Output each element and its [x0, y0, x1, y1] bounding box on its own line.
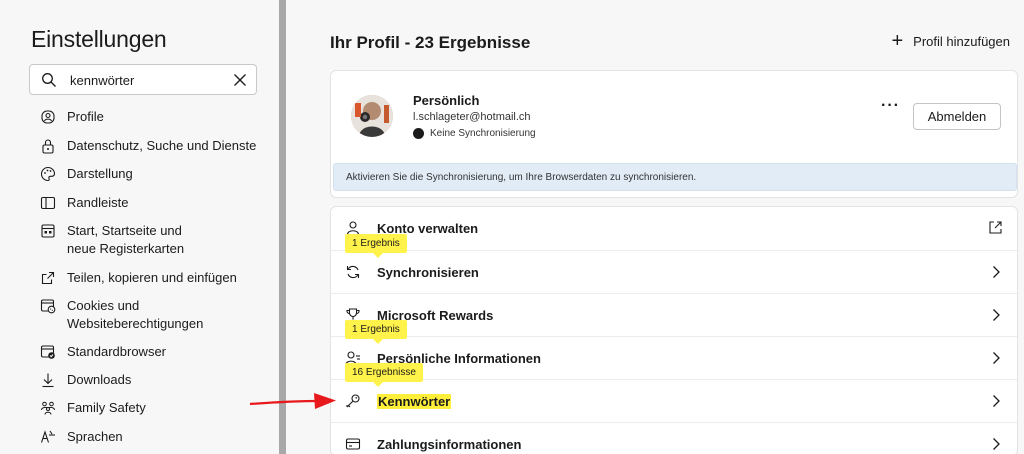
- sidebar-item-privacy[interactable]: Datenschutz, Suche und Dienste: [40, 137, 256, 155]
- profile-icon: [40, 109, 56, 125]
- sidebar-item-sidebar[interactable]: Randleiste: [40, 194, 128, 212]
- sidebar-item-label: Start, Startseite und neue Registerkarte…: [67, 223, 185, 256]
- sidebar-item-label: Datenschutz, Suche und Dienste: [67, 138, 257, 153]
- browser-icon: [40, 344, 56, 360]
- row-manage-account[interactable]: Konto verwalten: [331, 207, 1017, 250]
- row-label: Zahlungsinformationen: [377, 437, 522, 452]
- chevron-right-icon: [993, 395, 1000, 407]
- sidebar-item-share[interactable]: Teilen, kopieren und einfügen: [40, 269, 237, 287]
- cookies-icon: [40, 298, 56, 314]
- row-personal-info[interactable]: Persönliche Informationen: [331, 336, 1017, 379]
- add-profile-button[interactable]: + Profil hinzufügen: [891, 30, 1010, 52]
- sidebar-item-label: Cookies und Websiteberechtigungen: [67, 298, 204, 331]
- languages-icon: [40, 429, 56, 445]
- chevron-right-icon: [993, 266, 1000, 278]
- row-sync[interactable]: Synchronisieren: [331, 250, 1017, 293]
- page-title: Ihr Profil - 23 Ergebnisse: [330, 33, 531, 52]
- sidebar-item-default-browser[interactable]: Standardbrowser: [40, 343, 166, 361]
- sidebar-item-family-safety[interactable]: Family Safety: [40, 399, 146, 417]
- signout-button[interactable]: Abmelden: [913, 103, 1001, 130]
- search-input[interactable]: [70, 70, 220, 90]
- sidebar-icon: [40, 195, 56, 211]
- sync-icon: [345, 264, 361, 280]
- chevron-right-icon: [993, 438, 1000, 450]
- chevron-right-icon: [993, 352, 1000, 364]
- profile-card: Persönlich l.schlageter@hotmail.ch Keine…: [330, 70, 1018, 198]
- sidebar-item-label: Profile: [67, 109, 104, 124]
- search-icon: [42, 73, 56, 87]
- sync-status-label: Keine Synchronisierung: [430, 128, 536, 139]
- avatar: [351, 95, 393, 137]
- search-highlight: Kennwörter: [377, 394, 452, 409]
- sidebar-item-label: Standardbrowser: [67, 344, 166, 359]
- row-label: Kennwörter: [377, 394, 452, 409]
- sidebar-item-label: Darstellung: [67, 166, 133, 181]
- sidebar-item-downloads[interactable]: Downloads: [40, 371, 131, 389]
- result-badge: 1 Ergebnis: [345, 234, 407, 258]
- result-badge: 1 Ergebnis: [345, 320, 407, 344]
- sidebar-item-label: Family Safety: [67, 400, 146, 415]
- sidebar-item-start[interactable]: Start, Startseite und neue Registerkarte…: [40, 222, 210, 258]
- row-label: Synchronisieren: [377, 265, 479, 280]
- sidebar-item-profile[interactable]: Profile: [40, 108, 104, 126]
- sidebar-item-appearance[interactable]: Darstellung: [40, 165, 133, 183]
- external-link-icon: [989, 221, 1002, 234]
- sync-off-icon: [413, 128, 424, 139]
- lock-icon: [40, 138, 56, 154]
- profile-name: Persönlich: [413, 93, 480, 108]
- row-payment-info[interactable]: Zahlungsinformationen: [331, 422, 1017, 454]
- red-arrow-annotation: [249, 393, 336, 409]
- card-icon: [345, 436, 361, 452]
- download-icon: [40, 372, 56, 388]
- sidebar-item-cookies[interactable]: Cookies und Websiteberechtigungen: [40, 297, 210, 333]
- chevron-right-icon: [993, 309, 1000, 321]
- sync-info-banner: Aktivieren Sie die Synchronisierung, um …: [333, 163, 1017, 191]
- profile-settings-list: Konto verwalten Synchronisieren Microsof…: [330, 206, 1018, 454]
- key-icon: [345, 393, 361, 409]
- search-box[interactable]: [29, 64, 257, 95]
- result-badge: 16 Ergebnisse: [345, 363, 423, 387]
- sidebar-item-label: Downloads: [67, 372, 132, 387]
- share-icon: [40, 270, 56, 286]
- palette-icon: [40, 166, 56, 182]
- sidebar-item-label: Randleiste: [67, 195, 129, 210]
- home-grid-icon: [40, 223, 56, 239]
- add-profile-label: Profil hinzufügen: [913, 33, 1010, 49]
- profile-email: l.schlageter@hotmail.ch: [413, 111, 531, 123]
- settings-sidebar: Einstellungen Profile Datenschutz, Suche…: [0, 0, 279, 454]
- row-microsoft-rewards[interactable]: Microsoft Rewards: [331, 293, 1017, 336]
- sidebar-title: Einstellungen: [31, 26, 167, 52]
- sync-status: Keine Synchronisierung: [413, 128, 536, 139]
- sidebar-divider[interactable]: [279, 0, 286, 454]
- sidebar-item-languages[interactable]: Sprachen: [40, 428, 123, 446]
- sidebar-item-label: Teilen, kopieren und einfügen: [67, 270, 237, 285]
- row-passwords[interactable]: Kennwörter: [331, 379, 1017, 422]
- sidebar-item-label: Sprachen: [67, 429, 123, 444]
- more-options-button[interactable]: ···: [881, 98, 900, 114]
- plus-icon: +: [891, 30, 904, 52]
- family-icon: [40, 400, 56, 416]
- close-icon[interactable]: [233, 73, 247, 87]
